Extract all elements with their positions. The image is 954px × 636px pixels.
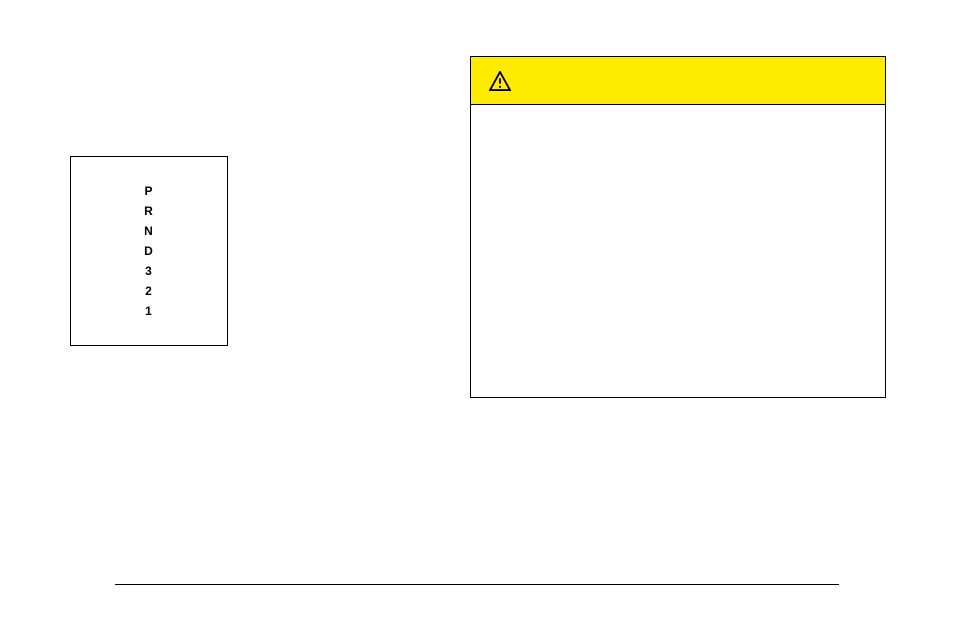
- gear-position: N: [144, 224, 154, 238]
- warning-body: [471, 105, 885, 397]
- warning-panel: [470, 56, 886, 398]
- gear-positions-list: P R N D 3 2 1: [144, 184, 154, 318]
- gear-position: R: [144, 204, 154, 218]
- gear-position: 1: [145, 304, 153, 318]
- warning-header: [471, 57, 885, 105]
- footer-divider: [115, 584, 839, 585]
- gear-position: 3: [145, 264, 153, 278]
- gear-position: 2: [145, 284, 153, 298]
- warning-triangle-icon: [489, 71, 511, 91]
- gear-position: P: [144, 184, 153, 198]
- gear-position: D: [144, 244, 154, 258]
- gear-selector-panel: P R N D 3 2 1: [70, 156, 228, 346]
